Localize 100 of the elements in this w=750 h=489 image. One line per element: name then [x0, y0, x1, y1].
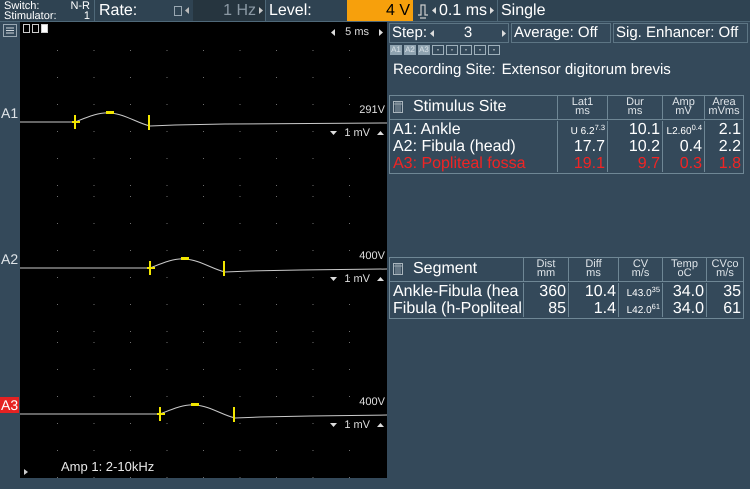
left-arrow-icon[interactable] — [430, 30, 434, 36]
sig-enhancer-toggle[interactable]: Sig. Enhancer: Off — [613, 23, 748, 43]
cursor-marker[interactable] — [146, 260, 156, 276]
table-cell: Fibula (h-Popliteal — [393, 300, 522, 316]
checkbox-icon[interactable] — [174, 6, 182, 16]
trace-label[interactable]: A2 — [0, 251, 20, 267]
scale-value: 1 mV — [344, 273, 370, 285]
column-header: CV — [632, 260, 648, 269]
stimulator-label: Stimulator: — [4, 10, 57, 20]
step-value: 3 — [464, 22, 472, 43]
column-unit: ms — [586, 269, 601, 278]
mode-value[interactable]: Single — [498, 0, 750, 21]
recording-site-value: Extensor digitorum brevis — [502, 60, 671, 80]
cursor-marker[interactable] — [233, 407, 235, 422]
table-cell: 10.1 — [628, 120, 660, 138]
table-cell: 10.2 — [628, 138, 660, 154]
cursor-marker[interactable] — [71, 114, 81, 130]
column-header: Diff — [585, 260, 602, 269]
view-checkbox[interactable] — [32, 24, 39, 33]
table-cell: 2.2 — [718, 138, 741, 154]
table-cell: L42.0$^{61}$ — [626, 304, 660, 316]
table-cell: 61 — [723, 300, 741, 316]
column-unit: ms — [575, 107, 590, 116]
cursor-marker[interactable] — [223, 261, 225, 276]
rate-label: Rate: — [99, 0, 138, 20]
table-cell: A2: Fibula (head) — [393, 138, 516, 154]
up-arrow-icon[interactable] — [377, 423, 384, 427]
gain-value: 400V — [359, 396, 385, 408]
column-unit: m/s — [632, 269, 650, 278]
channel-button[interactable]: - — [474, 45, 486, 55]
stimulator-value: 1 — [84, 10, 90, 20]
up-arrow-icon[interactable] — [377, 277, 384, 281]
table-cell: L2.60$^{0.4}$ — [666, 126, 702, 136]
down-arrow-icon[interactable] — [330, 277, 338, 281]
trace-label[interactable]: A3 — [0, 397, 20, 413]
channel-button[interactable]: - — [460, 45, 472, 55]
switch-value: N-R — [70, 0, 90, 10]
column-header: Dist — [536, 260, 556, 269]
left-arrow-icon[interactable] — [331, 28, 336, 36]
column-header: Segment — [413, 259, 478, 279]
table-row[interactable]: A1: Ankle U 6.2$^{7.3}$ 10.1 L2.60$^{0.4}$ 2.1 — [390, 120, 743, 138]
table-cell: 1.4 — [594, 300, 616, 316]
table-cell: L43.0$^{35}$ — [626, 288, 660, 298]
column-header: Dur — [626, 98, 644, 107]
level-value[interactable]: 4 V — [347, 0, 413, 21]
gain-value: 291V — [359, 104, 385, 116]
channel-button[interactable]: - — [432, 45, 444, 55]
column-header: Amp — [672, 98, 695, 107]
table-cell: 17.7 — [574, 138, 605, 154]
view-checkbox[interactable] — [23, 24, 30, 33]
table-cell: A1: Ankle — [393, 120, 461, 138]
switch-label: Switch: — [4, 0, 40, 10]
pulse-width-value: 0.1 ms — [439, 0, 488, 20]
table-settings-icon[interactable] — [393, 101, 403, 113]
level-label: Level: — [269, 0, 312, 20]
channel-button[interactable]: - — [488, 45, 500, 55]
cursor-marker[interactable] — [156, 406, 166, 422]
table-cell: 34.0 — [672, 282, 704, 300]
pulse-icon[interactable] — [417, 2, 429, 18]
menu-icon[interactable] — [3, 24, 17, 37]
column-unit: mVms — [708, 107, 740, 116]
cursor-marker[interactable] — [148, 115, 150, 130]
play-icon[interactable] — [24, 469, 28, 475]
peak-marker[interactable] — [106, 111, 114, 114]
table-cell: 0.4 — [680, 138, 702, 154]
channel-button[interactable]: - — [446, 45, 458, 55]
right-arrow-icon[interactable] — [259, 7, 263, 14]
table-cell: 35 — [723, 282, 741, 300]
column-header: CVco — [712, 260, 738, 269]
table-cell: 1.8 — [718, 154, 741, 172]
column-unit: mV — [675, 107, 692, 116]
table-cell: 19.1 — [574, 154, 605, 172]
timebase-value: 5 ms — [345, 25, 369, 40]
down-arrow-icon[interactable] — [330, 423, 338, 427]
rate-value: 1 Hz — [223, 0, 256, 20]
column-unit: m/s — [716, 269, 734, 278]
down-arrow-icon[interactable] — [330, 131, 338, 135]
trace-label[interactable]: A1 — [0, 105, 20, 121]
right-arrow-icon[interactable] — [502, 30, 506, 36]
peak-marker[interactable] — [181, 257, 189, 260]
table-cell: 10.4 — [584, 282, 616, 300]
right-arrow-icon[interactable] — [379, 28, 383, 36]
table-cell: Ankle-Fibula (hea — [393, 282, 518, 300]
step-label: Step: — [392, 22, 428, 43]
table-cell: 360 — [539, 282, 566, 300]
average-toggle[interactable]: Average: Off — [511, 23, 611, 43]
up-arrow-icon[interactable] — [377, 131, 384, 135]
recording-site-label: Recording Site: — [393, 60, 496, 80]
column-unit: oC — [677, 269, 692, 278]
view-checkbox[interactable] — [41, 24, 48, 33]
peak-marker[interactable] — [191, 403, 199, 406]
column-header: Area — [712, 98, 736, 107]
filter-label: Amp 1: 2-10kHz — [61, 458, 154, 476]
column-header: Stimulus Site — [413, 97, 506, 117]
table-settings-icon[interactable] — [393, 263, 403, 275]
left-arrow-icon[interactable] — [432, 7, 436, 14]
column-unit: mm — [536, 269, 556, 278]
scale-value: 1 mV — [344, 419, 370, 431]
table-row[interactable]: A2: Fibula (head) 17.7 10.2 0.4 2.2 — [390, 138, 743, 154]
right-arrow-icon[interactable] — [490, 7, 494, 14]
